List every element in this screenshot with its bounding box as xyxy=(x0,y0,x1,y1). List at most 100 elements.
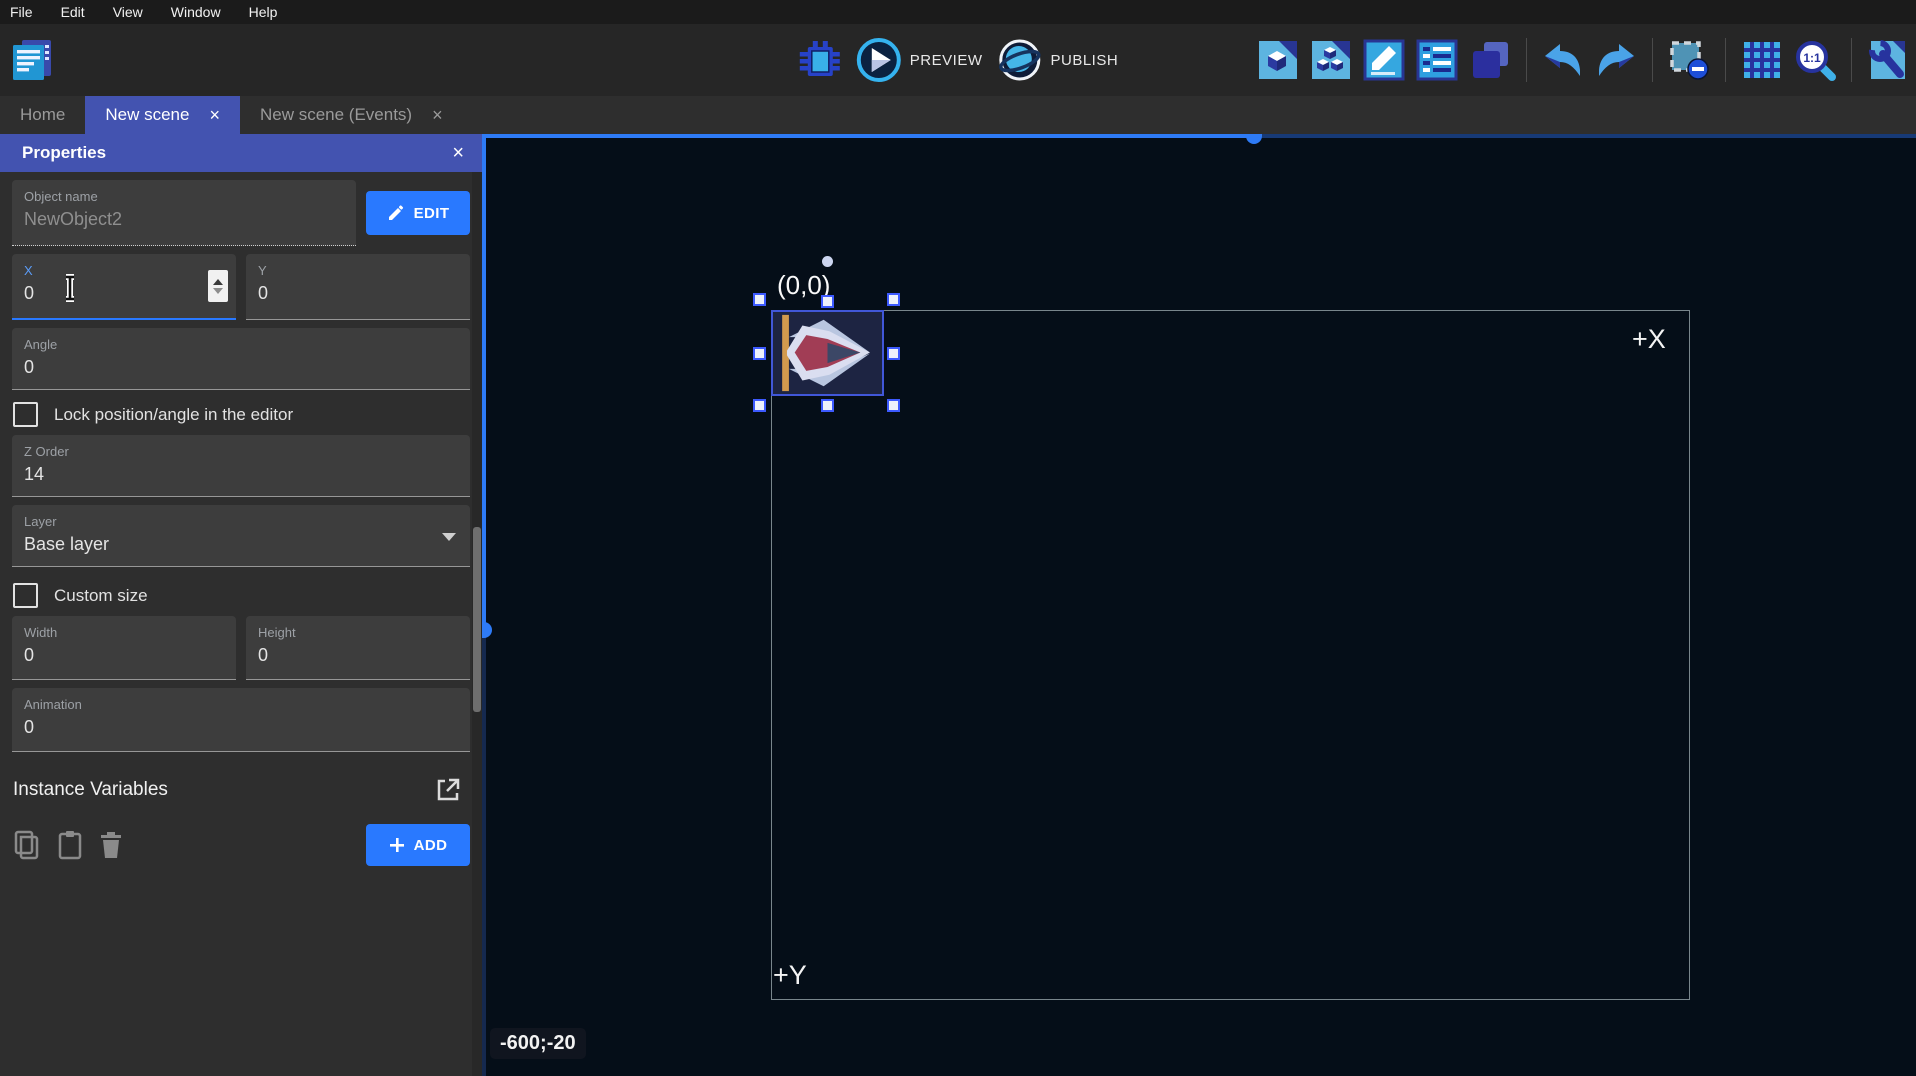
open-objects-editor-button[interactable] xyxy=(1256,38,1300,82)
resize-handle-top-center[interactable] xyxy=(821,295,834,308)
angle-field-value: 0 xyxy=(24,357,458,378)
canvas-vscrollbar[interactable] xyxy=(482,630,486,1076)
y-position-field[interactable]: Y 0 xyxy=(246,254,470,320)
properties-panel: Properties × Object name NewObject2 EDIT xyxy=(0,134,482,1076)
close-tab-icon[interactable]: × xyxy=(209,106,220,124)
tab-new-scene-events[interactable]: New scene (Events) × xyxy=(240,96,463,134)
canvas-hscrollbar-range[interactable] xyxy=(482,134,1253,138)
chevron-down-icon xyxy=(442,533,456,541)
instances-list-icon xyxy=(1415,38,1459,82)
panel-scrollbar[interactable] xyxy=(472,172,482,1076)
object-name-value: NewObject2 xyxy=(24,209,344,230)
instance-variables-title: Instance Variables xyxy=(13,779,168,801)
add-variable-button[interactable]: ADD xyxy=(366,824,470,866)
custom-size-label: Custom size xyxy=(54,586,148,606)
tab-home[interactable]: Home xyxy=(0,96,85,134)
selected-sprite-instance[interactable] xyxy=(771,310,884,396)
project-manager-icon xyxy=(9,37,55,83)
lock-position-checkbox[interactable] xyxy=(13,402,38,427)
menu-window[interactable]: Window xyxy=(171,4,221,20)
canvas-hscrollbar-handle[interactable] xyxy=(1246,134,1262,144)
debug-button[interactable] xyxy=(798,38,842,82)
resize-handle-middle-right[interactable] xyxy=(887,347,900,360)
open-variables-dialog-button[interactable] xyxy=(434,776,462,804)
menu-edit[interactable]: Edit xyxy=(61,4,85,20)
project-manager-button[interactable] xyxy=(8,36,56,84)
panel-title: Properties xyxy=(22,143,106,163)
resize-handle-middle-left[interactable] xyxy=(753,347,766,360)
delete-variables-button[interactable] xyxy=(99,830,123,860)
paste-variables-button[interactable] xyxy=(57,830,83,860)
zoom-original-button[interactable]: 1:1 xyxy=(1793,38,1837,82)
objects-editor-icon xyxy=(1256,38,1300,82)
height-field[interactable]: Height 0 xyxy=(246,616,470,680)
tab-label: New scene (Events) xyxy=(260,105,412,125)
open-instances-list-button[interactable] xyxy=(1415,38,1459,82)
deselect-all-button[interactable] xyxy=(1667,38,1711,82)
open-object-groups-button[interactable] xyxy=(1309,38,1353,82)
properties-editor-icon xyxy=(1362,38,1406,82)
lock-position-checkbox-row[interactable]: Lock position/angle in the editor xyxy=(13,402,470,427)
close-panel-icon[interactable]: × xyxy=(452,142,464,165)
canvas-vscrollbar-range[interactable] xyxy=(482,134,486,630)
resize-handle-bottom-left[interactable] xyxy=(753,399,766,412)
open-properties-panel-button[interactable] xyxy=(1362,38,1406,82)
menu-help[interactable]: Help xyxy=(249,4,278,20)
publish-button[interactable]: PUBLISH xyxy=(996,37,1118,83)
canvas-vscrollbar-handle[interactable] xyxy=(482,622,492,638)
x-field-value: 0 xyxy=(24,283,224,304)
copy-variables-button[interactable] xyxy=(13,830,41,860)
edit-object-button[interactable]: EDIT xyxy=(366,191,470,235)
edit-button-label: EDIT xyxy=(414,205,450,222)
properties-panel-header: Properties × xyxy=(0,134,482,172)
content-area: Properties × Object name NewObject2 EDIT xyxy=(0,134,1916,1076)
z-order-field[interactable]: Z Order 14 xyxy=(12,435,470,497)
resize-handle-bottom-right[interactable] xyxy=(887,399,900,412)
deselect-icon xyxy=(1667,38,1711,82)
layer-select[interactable]: Layer Base layer xyxy=(12,505,470,567)
width-field[interactable]: Width 0 xyxy=(12,616,236,680)
resize-handle-bottom-center[interactable] xyxy=(821,399,834,412)
spinner-up-icon[interactable] xyxy=(213,279,223,285)
animation-field-label: Animation xyxy=(24,697,458,712)
main-toolbar: PREVIEW PUBLISH xyxy=(0,24,1916,96)
open-layers-editor-button[interactable] xyxy=(1468,38,1512,82)
editor-settings-button[interactable] xyxy=(1866,38,1910,82)
z-order-field-value: 14 xyxy=(24,464,458,485)
rotate-handle[interactable] xyxy=(822,256,833,267)
x-position-field[interactable]: X 0 xyxy=(12,254,236,320)
resize-handle-top-right[interactable] xyxy=(887,293,900,306)
object-name-label: Object name xyxy=(24,189,344,204)
menu-view[interactable]: View xyxy=(113,4,143,20)
spinner-down-icon[interactable] xyxy=(213,288,223,294)
redo-button[interactable] xyxy=(1594,38,1638,82)
panel-scrollbar-thumb[interactable] xyxy=(473,527,481,712)
canvas-hscrollbar[interactable] xyxy=(1253,134,1916,138)
custom-size-checkbox[interactable] xyxy=(13,583,38,608)
x-field-spinner[interactable] xyxy=(208,270,228,302)
width-field-label: Width xyxy=(24,625,224,640)
redo-icon xyxy=(1594,38,1638,82)
close-tab-icon[interactable]: × xyxy=(432,106,443,124)
layer-field-label: Layer xyxy=(24,514,458,529)
copy-icon xyxy=(13,830,41,860)
resize-handle-top-left[interactable] xyxy=(753,293,766,306)
undo-button[interactable] xyxy=(1541,38,1585,82)
layer-field-value: Base layer xyxy=(24,534,458,555)
pencil-icon xyxy=(387,204,405,222)
undo-icon xyxy=(1541,38,1585,82)
menu-bar: File Edit View Window Help xyxy=(0,0,1916,24)
toggle-grid-button[interactable] xyxy=(1740,38,1784,82)
custom-size-checkbox-row[interactable]: Custom size xyxy=(13,583,470,608)
editor-settings-icon xyxy=(1866,38,1910,82)
cursor-coordinates-badge: -600;-20 xyxy=(490,1028,586,1059)
z-order-field-label: Z Order xyxy=(24,444,458,459)
menu-file[interactable]: File xyxy=(10,4,33,20)
tab-new-scene[interactable]: New scene × xyxy=(85,96,240,134)
scene-editor-canvas[interactable]: (0,0) +X +Y xyxy=(482,134,1916,1076)
angle-field[interactable]: Angle 0 xyxy=(12,328,470,390)
spaceship-sprite xyxy=(773,312,882,394)
animation-field[interactable]: Animation 0 xyxy=(12,688,470,752)
preview-button[interactable]: PREVIEW xyxy=(856,37,983,83)
zoom-1-1-icon: 1:1 xyxy=(1793,38,1837,82)
